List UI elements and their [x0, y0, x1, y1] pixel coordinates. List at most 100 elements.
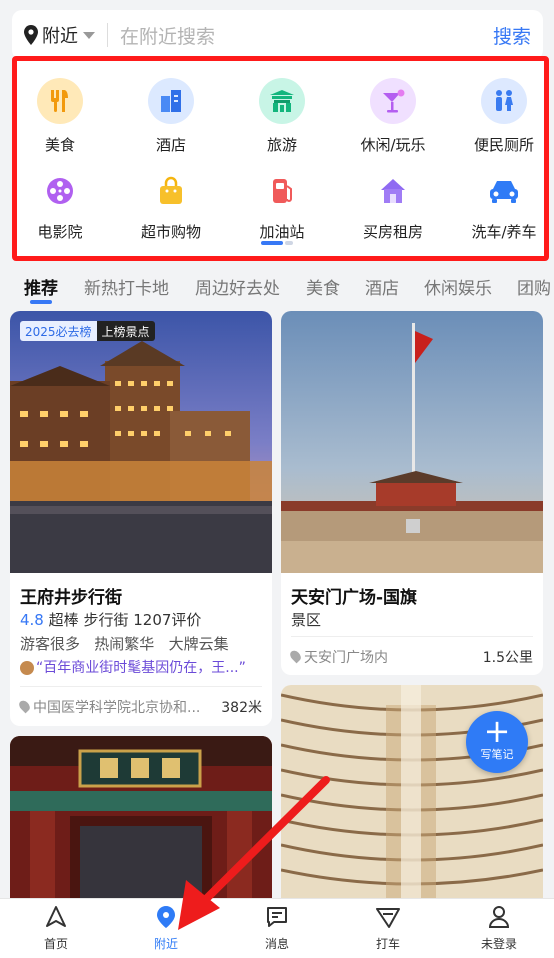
rating-word: 超棒 — [48, 611, 79, 629]
category-panel: 美食 酒店 旅游 休闲/玩乐 便民厕所 电影院 超市购物 加油站 买房租房 洗车… — [12, 56, 549, 261]
category-leisure[interactable]: 休闲/玩乐 — [348, 78, 438, 155]
nav-label: 附近 — [153, 937, 178, 951]
compass-icon — [46, 906, 66, 927]
category-label: 洗车/养车 — [471, 223, 537, 241]
quote-text: “百年商业街时髦基因仍在，王...” — [36, 660, 246, 676]
category-label: 旅游 — [266, 136, 297, 154]
address-text: 中国医学科学院北京协和... — [33, 700, 201, 716]
temple-icon — [259, 78, 305, 124]
place-photo — [281, 311, 543, 573]
place-distance: 382米 — [221, 700, 262, 716]
place-quote: “百年商业街时髦基因仍在，王...” — [20, 657, 270, 677]
location-pin-icon — [24, 25, 38, 45]
nav-profile[interactable]: 未登录 — [464, 905, 534, 952]
place-title: 王府井步行街 — [20, 588, 122, 608]
category-real-estate[interactable]: 买房租房 — [348, 171, 438, 242]
place-rating-line: 4.8 超棒 步行街 1207评价 — [20, 609, 201, 630]
nav-label: 首页 — [43, 937, 68, 951]
place-category: 步行街 — [83, 611, 129, 629]
category-restroom[interactable]: 便民厕所 — [459, 78, 549, 155]
place-card-tiananmen[interactable]: 天安门广场-国旗 景区 天安门广场内 1.5公里 — [281, 311, 543, 675]
tab-hotel[interactable]: 酒店 — [365, 274, 399, 299]
category-label: 电影院 — [37, 223, 83, 241]
film-reel-icon — [40, 171, 80, 211]
search-input[interactable]: 在附近搜索 — [120, 22, 493, 49]
nav-taxi[interactable]: 打车 — [353, 905, 423, 952]
fuel-pump-icon — [262, 171, 302, 211]
category-car-wash[interactable]: 洗车/养车 — [459, 171, 549, 242]
nav-messages[interactable]: 消息 — [242, 905, 312, 952]
restroom-icon — [481, 78, 527, 124]
ranking-badge: 2025必去榜 上榜景点 — [20, 321, 155, 341]
place-photo — [10, 311, 272, 573]
nav-label: 未登录 — [480, 937, 517, 951]
place-tags: 游客很多 热闹繁华 大牌云集 — [20, 635, 229, 653]
place-card-gongwangfu[interactable] — [10, 736, 272, 898]
ranking-badge-label: 2025必去榜 — [20, 321, 97, 341]
review-count: 1207评价 — [133, 611, 202, 629]
tab-nearby-places[interactable]: 周边好去处 — [195, 274, 280, 299]
category-supermarket[interactable]: 超市购物 — [126, 171, 216, 242]
category-label: 美食 — [44, 136, 75, 154]
location-pin-icon — [157, 906, 175, 928]
caret-down-icon — [83, 31, 95, 39]
tab-group-buy[interactable]: 团购 — [517, 274, 551, 299]
taxi-icon — [376, 908, 400, 928]
place-card-wangfujing[interactable]: 2025必去榜 上榜景点 王府井步行街 4.8 超棒 步行街 1207评价 游客… — [10, 311, 272, 726]
category-gas-station[interactable]: 加油站 — [237, 171, 327, 242]
car-icon — [484, 171, 524, 211]
search-bar: 附近 在附近搜索 搜索 — [12, 10, 543, 60]
search-button[interactable]: 搜索 — [493, 22, 531, 49]
category-food[interactable]: 美食 — [15, 78, 105, 155]
address-text: 天安门广场内 — [304, 650, 388, 666]
nav-home[interactable]: 首页 — [21, 905, 91, 952]
divider — [291, 636, 533, 637]
location-label: 附近 — [42, 26, 78, 47]
user-icon — [488, 906, 510, 928]
page-indicator-active — [261, 241, 283, 245]
place-address: 天安门广场内 — [288, 647, 388, 667]
plus-icon: + — [483, 712, 511, 750]
page-indicator — [285, 241, 293, 245]
category-travel[interactable]: 旅游 — [237, 78, 327, 155]
location-pin-icon — [288, 648, 303, 664]
hotel-building-icon — [148, 78, 194, 124]
nav-label: 打车 — [375, 937, 400, 951]
user-avatar — [20, 661, 34, 675]
category-label: 休闲/玩乐 — [360, 136, 426, 154]
tab-recommend[interactable]: 推荐 — [24, 274, 58, 299]
cocktail-icon — [370, 78, 416, 124]
search-divider — [107, 23, 108, 47]
nav-label: 消息 — [264, 937, 289, 951]
ranking-badge-tag: 上榜景点 — [96, 321, 155, 341]
place-address: 中国医学科学院北京协和... — [17, 697, 201, 717]
location-pin-icon — [17, 698, 32, 714]
place-title: 天安门广场-国旗 — [291, 588, 418, 608]
nav-nearby[interactable]: 附近 — [131, 905, 201, 952]
tab-food[interactable]: 美食 — [306, 274, 340, 299]
category-label: 加油站 — [259, 223, 305, 241]
tab-entertainment[interactable]: 休闲娱乐 — [424, 274, 492, 299]
category-cinema[interactable]: 电影院 — [15, 171, 105, 242]
category-label: 超市购物 — [140, 223, 201, 241]
write-note-button[interactable]: + 写笔记 — [466, 711, 528, 773]
place-category: 景区 — [291, 611, 322, 629]
write-note-label: 写笔记 — [480, 748, 514, 761]
category-label: 便民厕所 — [473, 136, 534, 154]
place-distance: 1.5公里 — [482, 650, 533, 666]
category-label: 买房租房 — [362, 223, 423, 241]
rating-score: 4.8 — [20, 611, 44, 629]
bottom-nav: 首页 附近 消息 打车 未登录 — [0, 898, 554, 958]
tab-bar: 推荐 新热打卡地 周边好去处 美食 酒店 休闲娱乐 团购 — [0, 268, 554, 308]
message-icon — [267, 907, 287, 927]
location-selector[interactable]: 附近 — [24, 22, 95, 48]
category-hotel[interactable]: 酒店 — [126, 78, 216, 155]
active-tab-indicator — [30, 300, 52, 304]
shopping-bag-icon — [151, 171, 191, 211]
place-photo — [10, 736, 272, 898]
category-label: 酒店 — [155, 136, 186, 154]
tab-trending[interactable]: 新热打卡地 — [84, 274, 169, 299]
divider — [20, 686, 262, 687]
fork-knife-icon — [37, 78, 83, 124]
house-icon — [373, 171, 413, 211]
